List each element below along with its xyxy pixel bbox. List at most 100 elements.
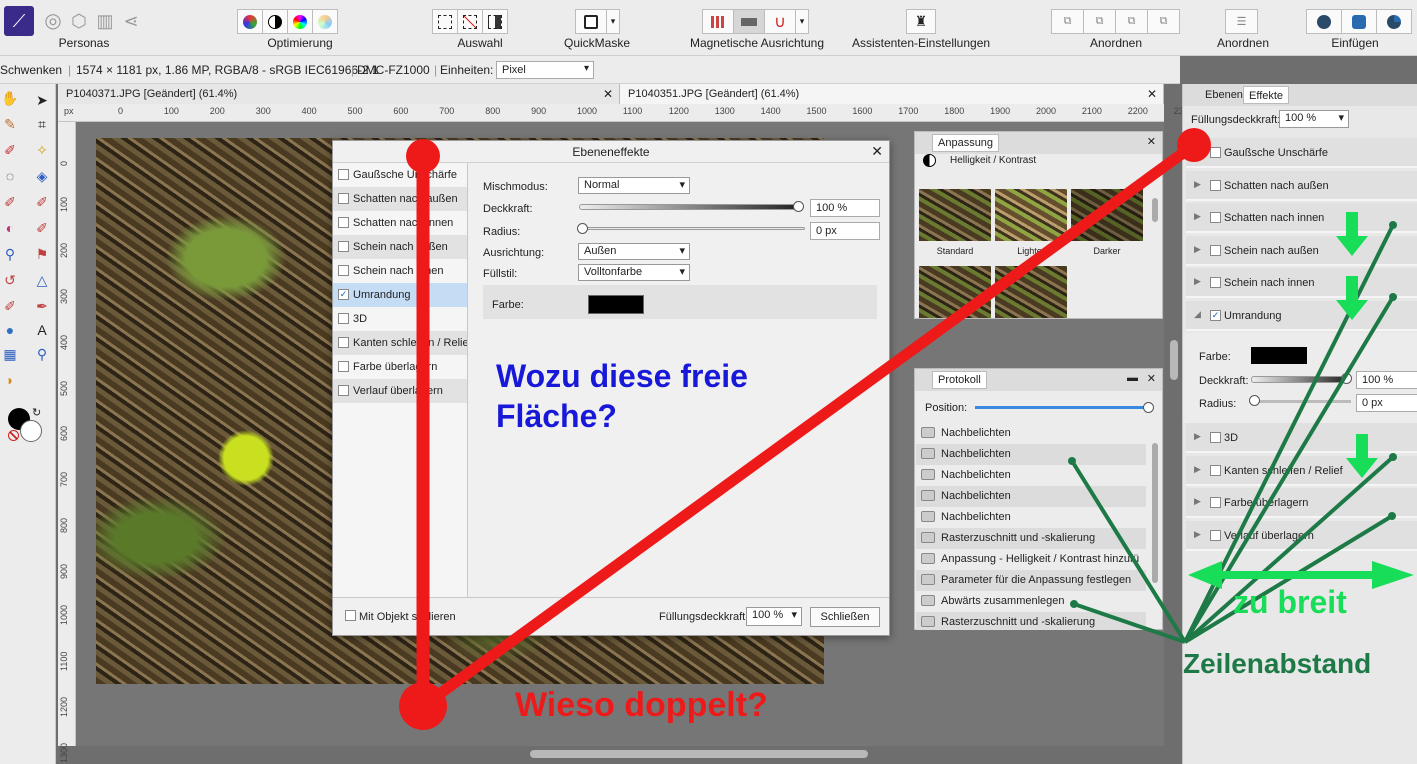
stroke-color-swatch[interactable] — [588, 295, 644, 314]
blur-tool-icon[interactable]: ⚲ — [0, 244, 20, 264]
effect-checkbox[interactable]: ✓ — [338, 289, 349, 300]
insert-behind-icon[interactable] — [1376, 9, 1412, 34]
expand-arrow-icon[interactable]: ▶ — [1194, 276, 1201, 287]
radius-slider[interactable] — [579, 227, 805, 230]
fill-style-select[interactable]: Volltonfarbe — [578, 264, 690, 281]
effect-item[interactable]: 3D — [333, 307, 467, 331]
effect-row[interactable]: ▶ Verlauf überlagern — [1186, 520, 1417, 551]
effect-checkbox[interactable] — [338, 241, 349, 252]
auto-contrast-icon[interactable] — [262, 9, 288, 34]
effect-checkbox[interactable] — [1210, 179, 1221, 191]
quickmask-dropdown-icon[interactable]: ▾ — [606, 9, 620, 34]
expand-arrow-icon[interactable]: ▶ — [1194, 464, 1201, 475]
preset-thumbnail[interactable] — [919, 266, 991, 318]
scrollbar[interactable] — [1152, 198, 1158, 222]
opacity-input[interactable]: 100 % — [1356, 371, 1417, 389]
auto-levels-icon[interactable] — [237, 9, 263, 34]
effect-item[interactable]: Schein nach innen — [333, 259, 467, 283]
horizontal-scrollbar[interactable] — [530, 750, 868, 758]
photo-persona-icon[interactable]: ⟋ — [4, 6, 34, 36]
preset-thumbnail[interactable] — [995, 266, 1067, 318]
select-all-icon[interactable] — [432, 9, 458, 34]
pen-tool-icon[interactable]: ✒ — [32, 296, 52, 316]
opacity-input[interactable]: 100 % — [810, 199, 880, 217]
scrollbar[interactable] — [1152, 443, 1158, 583]
mesh-warp-tool-icon[interactable]: ▦ — [0, 344, 20, 364]
opacity-slider[interactable] — [1251, 376, 1349, 383]
tab-document-1[interactable]: P1040371.JPG [Geändert] (61.4%) ✕ — [58, 84, 620, 104]
deselect-icon[interactable] — [457, 9, 483, 34]
snapping-grid-icon[interactable] — [702, 9, 734, 34]
assistant-icon[interactable]: ♜ — [906, 9, 936, 34]
panel-menu-icon[interactable]: ▬ — [1127, 372, 1138, 384]
move-to-front-icon[interactable]: ⧉ — [1147, 9, 1180, 34]
expand-arrow-icon[interactable]: ▶ — [1194, 179, 1201, 190]
tab-anpassung[interactable]: Anpassung — [932, 134, 1000, 152]
radius-slider[interactable] — [1253, 400, 1351, 403]
close-icon[interactable]: ✕ — [1147, 87, 1157, 101]
stroke-color-swatch[interactable] — [1251, 347, 1307, 364]
effect-checkbox[interactable] — [1210, 432, 1221, 443]
clone-tool-icon[interactable]: ⚑ — [32, 244, 52, 264]
effect-checkbox[interactable] — [338, 313, 349, 324]
tone-mapping-persona-icon[interactable]: ▥ — [92, 6, 118, 36]
expand-arrow-icon[interactable]: ▶ — [1194, 431, 1201, 442]
effect-row[interactable]: ▶ Kanten schleifen / Relief — [1186, 455, 1417, 486]
effect-checkbox[interactable] — [1210, 147, 1221, 158]
effect-checkbox[interactable] — [1210, 244, 1221, 256]
vertical-scrollbar[interactable] — [1170, 340, 1178, 380]
swap-colors-icon[interactable]: ↻ — [32, 406, 41, 419]
move-to-back-icon[interactable]: ⧉ — [1051, 9, 1084, 34]
marquee-tool-icon[interactable]: ◌ — [0, 166, 20, 186]
close-icon[interactable]: ✕ — [871, 143, 883, 160]
position-slider[interactable] — [975, 406, 1149, 409]
move-tool-icon[interactable]: ➤ — [32, 90, 52, 110]
move-forward-one-icon[interactable]: ⧉ — [1115, 9, 1148, 34]
history-item[interactable]: Nachbelichten — [916, 423, 1146, 444]
tab-protokoll[interactable]: Protokoll — [932, 371, 987, 389]
selection-brush-tool-icon[interactable]: ✐ — [0, 140, 20, 160]
opacity-slider-handle[interactable] — [1341, 373, 1352, 384]
sharpen-tool-icon[interactable]: △ — [32, 270, 52, 290]
magnet-icon[interactable]: ∪ — [764, 9, 796, 34]
insert-inside-icon[interactable] — [1341, 9, 1377, 34]
effect-checkbox[interactable] — [1210, 464, 1221, 476]
zoom-tool-icon[interactable]: ⚲ — [32, 344, 52, 364]
blend-mode-select[interactable]: Normal — [578, 177, 690, 194]
flood-select-tool-icon[interactable]: ✧ — [32, 140, 52, 160]
history-item[interactable]: Nachbelichten — [916, 486, 1146, 507]
invert-selection-icon[interactable] — [482, 9, 508, 34]
expand-arrow-icon[interactable]: ▶ — [1194, 211, 1201, 222]
radius-slider-handle[interactable] — [577, 223, 588, 234]
close-icon[interactable]: ✕ — [1147, 372, 1156, 385]
history-item[interactable]: Anpassung - Helligkeit / Kontrast hinzuf… — [916, 549, 1146, 570]
preset-thumbnail[interactable] — [1071, 189, 1143, 241]
crop-tool-icon[interactable]: ⌗ — [32, 114, 52, 134]
effect-checkbox[interactable] — [338, 265, 349, 276]
effect-row[interactable]: ▶ Gaußsche Unschärfe — [1186, 138, 1417, 168]
effect-checkbox[interactable]: ✓ — [1210, 309, 1221, 321]
effect-checkbox[interactable] — [338, 337, 349, 348]
expand-arrow-icon[interactable]: ▶ — [1194, 529, 1201, 540]
collapse-arrow-icon[interactable]: ◢ — [1194, 309, 1201, 320]
effect-row[interactable]: ▶ Schein nach innen — [1186, 268, 1417, 298]
opacity-slider-handle[interactable] — [793, 201, 804, 212]
no-color-icon[interactable] — [8, 430, 19, 441]
effect-row[interactable]: ▶ 3D — [1186, 423, 1417, 453]
expand-arrow-icon[interactable]: ▶ — [1194, 496, 1201, 507]
history-item[interactable]: Rasterzuschnitt und -skalierung — [916, 612, 1146, 630]
tab-effekte[interactable]: Effekte — [1243, 86, 1290, 104]
history-item[interactable]: Nachbelichten — [916, 507, 1146, 528]
liquify-persona-icon[interactable]: ◎ — [40, 6, 66, 36]
snapping-candidates-icon[interactable] — [733, 9, 765, 34]
auto-colors-icon[interactable] — [287, 9, 313, 34]
develop-persona-icon[interactable]: ⬡ — [66, 6, 92, 36]
effect-item[interactable]: Schein nach außen — [333, 235, 467, 259]
fill-tool-icon[interactable]: ◈ — [32, 166, 52, 186]
history-item[interactable]: Abwärts zusammenlegen — [916, 591, 1146, 612]
effect-checkbox[interactable] — [338, 169, 349, 180]
effect-checkbox[interactable] — [338, 217, 349, 228]
effect-checkbox[interactable] — [338, 193, 349, 204]
effect-row[interactable]: ▶ Farbe überlagern — [1186, 488, 1417, 518]
effect-checkbox[interactable] — [1210, 529, 1221, 541]
